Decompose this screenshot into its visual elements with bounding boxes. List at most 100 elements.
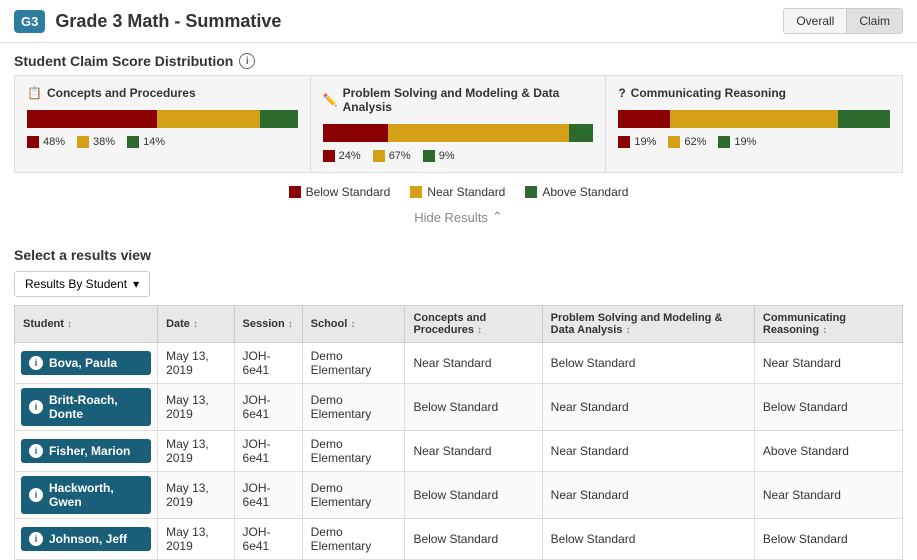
student-name-container[interactable]: i Johnson, Jeff: [21, 527, 151, 551]
sort-icon: ↕: [193, 319, 198, 330]
dist-icon: ✏️: [323, 93, 338, 107]
chevron-down-icon: ▾: [133, 277, 139, 291]
student-name-container[interactable]: iFisher, Marion: [21, 439, 151, 463]
legend-dot: [618, 136, 630, 148]
section-title: Student Claim Score Distribution i: [0, 43, 917, 75]
table-header-session[interactable]: Session ↕: [234, 306, 302, 343]
near-label: Near Standard: [427, 185, 505, 199]
legend-dot: [323, 150, 335, 162]
header-left: G3 Grade 3 Math - Summative: [14, 10, 281, 33]
below-dot: [289, 186, 301, 198]
table-cell-date: May 13, 2019: [158, 472, 234, 519]
results-table: Student ↕Date ↕Session ↕School ↕Concepts…: [14, 305, 903, 560]
distribution-cell: ✏️Problem Solving and Modeling & Data An…: [311, 76, 607, 172]
table-cell-communicating: Near Standard: [754, 472, 902, 519]
table-header-school[interactable]: School ↕: [302, 306, 405, 343]
student-cell: i Johnson, Jeff: [15, 519, 158, 560]
page-title: Grade 3 Math - Summative: [55, 11, 281, 32]
table-cell-concepts: Near Standard: [405, 343, 542, 384]
dist-title-text: Communicating Reasoning: [631, 86, 786, 100]
distribution-cell: ?Communicating Reasoning19%62%19%: [606, 76, 902, 172]
dist-cell-title: ?Communicating Reasoning: [618, 86, 890, 100]
table-header-concepts[interactable]: Concepts and Procedures ↕: [405, 306, 542, 343]
distribution-grid: 📋Concepts and Procedures48%38%14%✏️Probl…: [14, 75, 903, 173]
student-name-container[interactable]: i Bova, Paula: [21, 351, 151, 375]
results-by-student-dropdown[interactable]: Results By Student ▾: [14, 271, 150, 297]
table-cell-concepts: Below Standard: [405, 384, 542, 431]
table-cell-communicating: Near Standard: [754, 343, 902, 384]
results-view-section: Select a results view Results By Student…: [0, 237, 917, 305]
student-info-icon[interactable]: i: [29, 356, 43, 370]
near-dot: [410, 186, 422, 198]
bar-segment: [838, 110, 890, 128]
table-wrapper: Student ↕Date ↕Session ↕School ↕Concepts…: [14, 305, 903, 560]
table-cell-problem_solving: Near Standard: [542, 431, 754, 472]
hide-results-button[interactable]: Hide Results ⌃: [0, 205, 917, 237]
bar-segment: [260, 110, 298, 128]
legend-item: 48%: [27, 136, 65, 148]
student-name: Hackworth, Gwen: [49, 481, 143, 509]
student-info-icon[interactable]: i: [29, 488, 43, 502]
legend-dot: [668, 136, 680, 148]
sort-icon: ↕: [625, 325, 630, 336]
table-cell-session: JOH-6e41: [234, 343, 302, 384]
legend-item: 14%: [127, 136, 165, 148]
header-bar: G3 Grade 3 Math - Summative Overall Clai…: [0, 0, 917, 43]
bar-segment: [569, 124, 593, 142]
table-cell-communicating: Below Standard: [754, 519, 902, 560]
student-info-icon[interactable]: i: [29, 532, 43, 546]
sort-icon: ↕: [822, 325, 827, 336]
table-header-date[interactable]: Date ↕: [158, 306, 234, 343]
student-name-container[interactable]: i Britt-Roach, Donte: [21, 388, 151, 426]
legend-dot: [718, 136, 730, 148]
bar-legend: 19%62%19%: [618, 136, 890, 148]
legend-item: 24%: [323, 150, 361, 162]
student-cell: i Britt-Roach, Donte: [15, 384, 158, 431]
table-header-problem_solving[interactable]: Problem Solving and Modeling & Data Anal…: [542, 306, 754, 343]
results-view-label: Select a results view: [14, 247, 903, 263]
bar-legend: 24% 67% 9%: [323, 150, 594, 162]
student-cell: i Bova, Paula: [15, 343, 158, 384]
student-name-container[interactable]: i Hackworth, Gwen: [21, 476, 151, 514]
table-header-communicating[interactable]: Communicating Reasoning ↕: [754, 306, 902, 343]
student-info-icon[interactable]: i: [29, 400, 43, 414]
bar-segment: [388, 124, 569, 142]
table-cell-school: Demo Elementary: [302, 519, 405, 560]
legend-pct: 19%: [734, 136, 756, 148]
table-cell-session: JOH-6e41: [234, 519, 302, 560]
legend-item: 9%: [423, 150, 455, 162]
legend-item: 19%: [718, 136, 756, 148]
table-cell-session: JOH-6e41: [234, 384, 302, 431]
above-dot: [525, 186, 537, 198]
table-cell-problem_solving: Near Standard: [542, 384, 754, 431]
table-cell-date: May 13, 2019: [158, 431, 234, 472]
dist-cell-title: 📋Concepts and Procedures: [27, 86, 298, 100]
legend-dot: [27, 136, 39, 148]
table-cell-date: May 13, 2019: [158, 343, 234, 384]
legend-pct: 62%: [684, 136, 706, 148]
student-info-icon[interactable]: i: [29, 444, 43, 458]
claim-button[interactable]: Claim: [847, 8, 903, 34]
bar-segment: [618, 110, 670, 128]
table-cell-date: May 13, 2019: [158, 519, 234, 560]
legend-dot: [423, 150, 435, 162]
table-cell-problem_solving: Below Standard: [542, 343, 754, 384]
bar-segment: [670, 110, 838, 128]
sort-icon: ↕: [477, 325, 482, 336]
legend-dot: [77, 136, 89, 148]
student-name: Johnson, Jeff: [49, 532, 127, 546]
table-cell-concepts: Near Standard: [405, 431, 542, 472]
section-title-text: Student Claim Score Distribution: [14, 53, 233, 69]
above-label: Above Standard: [542, 185, 628, 199]
student-name: Bova, Paula: [49, 356, 117, 370]
overall-button[interactable]: Overall: [783, 8, 847, 34]
dist-icon: 📋: [27, 86, 42, 100]
bar-segment: [27, 110, 157, 128]
legend-dot: [373, 150, 385, 162]
legend-near: Near Standard: [410, 185, 505, 199]
student-name: Britt-Roach, Donte: [49, 393, 143, 421]
legend-pct: 67%: [389, 150, 411, 162]
info-icon[interactable]: i: [239, 53, 255, 69]
table-header-student[interactable]: Student ↕: [15, 306, 158, 343]
table-cell-school: Demo Elementary: [302, 384, 405, 431]
